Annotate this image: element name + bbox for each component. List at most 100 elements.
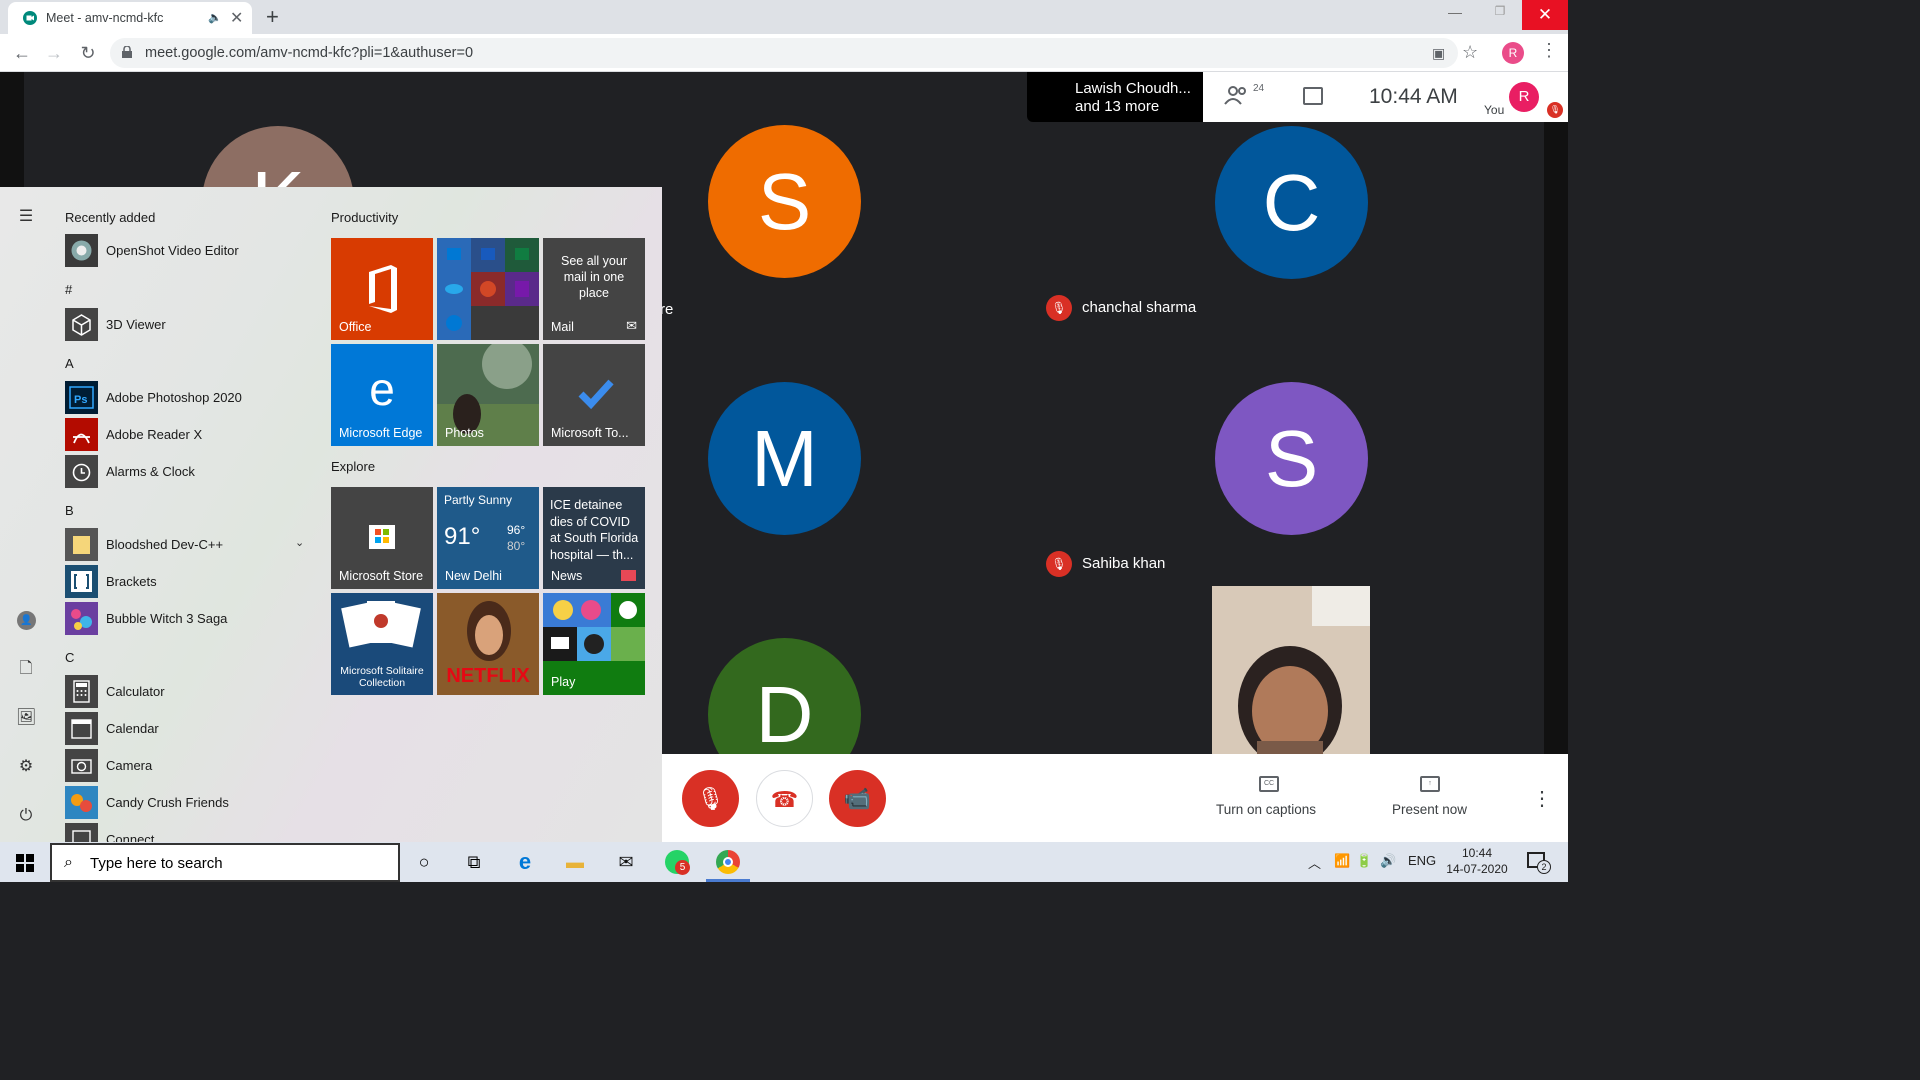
battery-icon[interactable]: 🔋	[1356, 853, 1372, 869]
app-calendar[interactable]: Calendar	[65, 712, 315, 745]
news-icon	[621, 570, 636, 581]
tile-edge[interactable]: e Microsoft Edge	[331, 344, 433, 446]
tile-weather[interactable]: Partly Sunny 91° 96° 80° New Delhi	[437, 487, 539, 589]
back-arrow-icon[interactable]: ←	[10, 41, 34, 65]
volume-icon[interactable]: 🔊	[1380, 853, 1396, 869]
tile-office[interactable]: Office	[331, 238, 433, 340]
weather-condition: Partly Sunny	[444, 493, 513, 507]
captions-icon[interactable]: CC	[1259, 776, 1279, 792]
app-alarms-clock[interactable]: Alarms & Clock	[65, 455, 315, 488]
camera-toggle-button[interactable]: 📹	[829, 770, 886, 827]
cortana-icon[interactable]: ○	[412, 850, 436, 874]
app-openshot[interactable]: OpenShot Video Editor	[65, 234, 315, 267]
mic-toggle-button[interactable]: 🎙	[682, 770, 739, 827]
tile-solitaire[interactable]: Microsoft Solitaire Collection	[331, 593, 433, 695]
url-text[interactable]: meet.google.com/amv-ncmd-kfc?pli=1&authu…	[145, 45, 473, 61]
edge-icon[interactable]: e	[513, 850, 537, 874]
bookmark-star-icon[interactable]: ☆	[1462, 42, 1478, 63]
meet-favicon-icon	[23, 11, 37, 25]
chat-icon[interactable]	[1303, 87, 1323, 105]
tile-mail[interactable]: See all your mail in one place Mail ✉	[543, 238, 645, 340]
tile-play[interactable]: Play	[543, 593, 645, 695]
mic-off-icon: 🎙	[1046, 551, 1072, 577]
app-brackets[interactable]: Brackets	[65, 565, 315, 598]
letter-hash[interactable]: #	[65, 282, 72, 297]
notification-icon[interactable]: 2	[1527, 852, 1551, 874]
file-explorer-icon[interactable]: ▬	[563, 850, 587, 874]
tab-close-icon[interactable]: ✕	[230, 8, 243, 28]
mail-icon[interactable]: ✉	[614, 850, 638, 874]
minimize-button[interactable]: —	[1432, 4, 1478, 30]
chevron-down-icon[interactable]: ⌄	[295, 536, 304, 549]
participant-avatar-c: C	[1215, 126, 1368, 279]
tile-netflix[interactable]: NETFLIX	[437, 593, 539, 695]
new-tab-button[interactable]: +	[266, 4, 279, 30]
letter-a[interactable]: A	[65, 356, 74, 371]
profile-avatar[interactable]: R	[1502, 42, 1524, 64]
address-bar[interactable]: meet.google.com/amv-ncmd-kfc?pli=1&authu…	[110, 38, 1478, 68]
leave-call-button[interactable]: ☎	[756, 770, 813, 827]
app-camera[interactable]: Camera	[65, 749, 315, 782]
camera-icon	[65, 749, 98, 782]
search-icon: ⌕	[64, 854, 73, 871]
self-avatar[interactable]: R	[1509, 82, 1539, 112]
app-photoshop[interactable]: Ps Adobe Photoshop 2020	[65, 381, 315, 414]
chrome-icon[interactable]	[716, 850, 740, 874]
hamburger-menu-icon[interactable]: ☰	[16, 207, 36, 227]
close-window-button[interactable]: ✕	[1522, 0, 1568, 30]
forward-arrow-icon[interactable]: →	[42, 41, 66, 65]
office-apps-grid-icon	[437, 238, 539, 340]
whatsapp-icon[interactable]: 5	[665, 850, 690, 875]
participant-name-partial: re	[660, 301, 674, 318]
tile-news[interactable]: ICE detainee dies of COVID at South Flor…	[543, 487, 645, 589]
3d-viewer-icon	[65, 308, 98, 341]
app-3d-viewer[interactable]: 3D Viewer	[65, 308, 315, 341]
user-account-icon[interactable]: 👤	[17, 611, 36, 630]
meeting-details-panel: 24 10:44 AM You R 🎙	[1203, 72, 1568, 122]
app-connect[interactable]: Connect	[65, 823, 315, 842]
tile-office-apps[interactable]	[437, 238, 539, 340]
camera-blocked-icon[interactable]: ▣	[1432, 45, 1445, 62]
tile-todo[interactable]: Microsoft To...	[543, 344, 645, 446]
candy-crush-icon	[65, 786, 98, 819]
task-view-icon[interactable]: ⧉	[462, 850, 486, 874]
restore-button[interactable]: ❐	[1478, 4, 1522, 30]
app-dev-cpp[interactable]: Bloodshed Dev-C++ ⌄	[65, 528, 315, 561]
recently-added-heading: Recently added	[65, 210, 156, 225]
tile-photos[interactable]: Photos	[437, 344, 539, 446]
present-icon[interactable]: ↑	[1420, 776, 1440, 792]
settings-gear-icon[interactable]: ⚙	[16, 757, 36, 777]
tab-title: Meet - amv-ncmd-kfc	[46, 11, 164, 25]
taskbar-search-input[interactable]: ⌕ Type here to search	[50, 843, 400, 882]
windows-start-icon[interactable]	[16, 854, 34, 872]
browser-menu-icon[interactable]: ⋮	[1540, 40, 1558, 61]
wifi-icon[interactable]: 📶	[1334, 853, 1350, 869]
app-bubble-witch[interactable]: Bubble Witch 3 Saga	[65, 602, 315, 635]
people-icon[interactable]	[1223, 84, 1251, 106]
tile-store[interactable]: Microsoft Store	[331, 487, 433, 589]
speaker-icon[interactable]: 🔈	[208, 11, 222, 24]
app-candy-crush[interactable]: Candy Crush Friends	[65, 786, 315, 819]
app-calculator[interactable]: Calculator	[65, 675, 315, 708]
app-adobe-reader[interactable]: Adobe Reader X	[65, 418, 315, 451]
captions-button[interactable]: Turn on captions	[1216, 802, 1316, 817]
browser-tab[interactable]: Meet - amv-ncmd-kfc 🔈 ✕	[8, 2, 252, 34]
group-productivity[interactable]: Productivity	[331, 210, 398, 225]
calendar-icon	[65, 712, 98, 745]
power-icon[interactable]: ⏻	[16, 806, 36, 826]
documents-icon[interactable]: 🗋	[16, 659, 36, 679]
group-explore[interactable]: Explore	[331, 459, 375, 474]
letter-c[interactable]: C	[65, 650, 74, 665]
video-frame-image	[1212, 586, 1370, 754]
language-indicator[interactable]: ENG	[1408, 853, 1436, 868]
more-options-icon[interactable]: ⋮	[1532, 786, 1552, 811]
svg-text:Ps: Ps	[74, 394, 87, 406]
chevron-up-icon[interactable]: ︿	[1308, 853, 1321, 872]
taskbar-clock[interactable]: 10:44 14-07-2020	[1444, 845, 1510, 877]
present-now-button[interactable]: Present now	[1392, 802, 1467, 817]
pictures-icon[interactable]: 🖼	[16, 708, 36, 728]
participant-video	[1212, 586, 1370, 754]
you-label: You	[1484, 103, 1505, 117]
reload-icon[interactable]: ↻	[76, 41, 100, 65]
letter-b[interactable]: B	[65, 503, 74, 518]
